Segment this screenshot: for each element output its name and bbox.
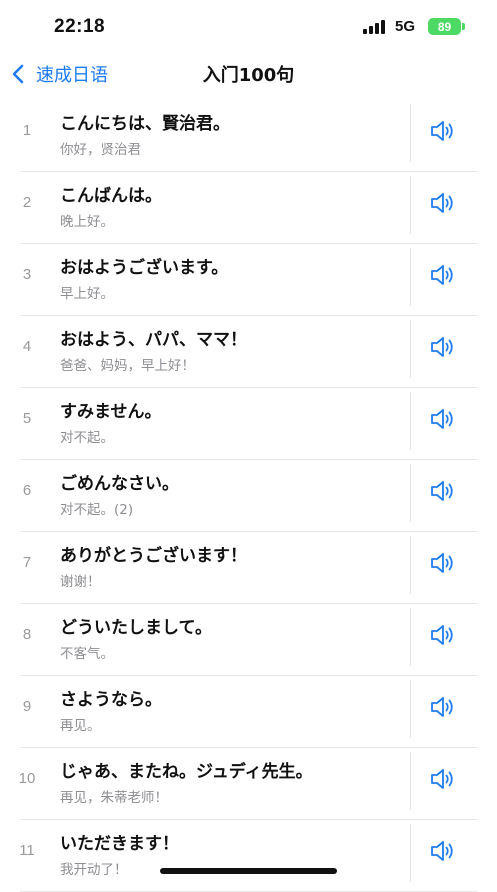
japanese-phrase: ありがとうございます！ — [60, 546, 247, 566]
chinese-translation: 不客气。 — [60, 646, 114, 662]
vertical-divider — [410, 536, 411, 594]
page-title: 入门100句 — [202, 65, 295, 86]
battery-level: 89 — [437, 19, 452, 34]
japanese-phrase: いただきます！ — [60, 834, 179, 854]
status-bar: 22:18 5G 89 — [0, 0, 497, 52]
speaker-icon[interactable] — [428, 332, 458, 362]
row-number: 3 — [22, 266, 32, 283]
chinese-translation: 我开动了！ — [60, 862, 128, 878]
vertical-divider — [410, 104, 411, 162]
chinese-translation: 对不起。 — [60, 430, 114, 446]
chinese-translation: 再见。 — [60, 718, 101, 734]
battery-tip — [462, 23, 465, 30]
row-number: 11 — [19, 842, 35, 859]
speaker-icon[interactable] — [428, 692, 458, 722]
speaker-icon[interactable] — [428, 548, 458, 578]
speaker-icon[interactable] — [428, 188, 458, 218]
vertical-divider — [410, 320, 411, 378]
speaker-icon[interactable] — [428, 620, 458, 650]
vertical-divider — [410, 392, 411, 450]
chinese-translation: 爸爸、妈妈，早上好！ — [60, 358, 195, 374]
japanese-phrase: ごめんなさい。 — [60, 474, 179, 494]
chinese-translation: 再见，朱蒂老师！ — [60, 790, 168, 806]
list-item[interactable]: 1 こんにちは、賢治君。 你好，贤治君 — [0, 100, 497, 172]
row-number: 7 — [22, 554, 32, 571]
list-item[interactable]: 3 おはようございます。 早上好。 — [0, 244, 497, 316]
chinese-translation: 早上好。 — [60, 286, 114, 302]
home-indicator[interactable] — [160, 868, 337, 874]
list-item[interactable]: 5 すみません。 对不起。 — [0, 388, 497, 460]
row-number: 5 — [22, 410, 32, 427]
list-item[interactable]: 6 ごめんなさい。 对不起。(2) — [0, 460, 497, 532]
speaker-icon[interactable] — [428, 404, 458, 434]
row-number: 9 — [22, 698, 32, 715]
status-time: 22:18 — [54, 16, 106, 37]
japanese-phrase: すみません。 — [60, 402, 162, 422]
battery-icon: 89 — [428, 18, 461, 35]
list-item[interactable]: 9 さようなら。 再见。 — [0, 676, 497, 748]
vertical-divider — [410, 752, 411, 810]
row-number: 6 — [22, 482, 32, 499]
vertical-divider — [410, 248, 411, 306]
vertical-divider — [410, 176, 411, 234]
list-item[interactable]: 2 こんばんは。 晚上好。 — [0, 172, 497, 244]
network-label: 5G — [395, 18, 416, 35]
speaker-icon[interactable] — [428, 836, 458, 866]
row-number: 4 — [22, 338, 32, 355]
signal-icon — [363, 20, 389, 34]
japanese-phrase: こんばんは。 — [60, 186, 162, 206]
japanese-phrase: おはようございます。 — [60, 258, 229, 278]
japanese-phrase: さようなら。 — [60, 690, 162, 710]
nav-bar: 速成日语 入门100句 — [0, 52, 497, 96]
list-item[interactable]: 7 ありがとうございます！ 谢谢！ — [0, 532, 497, 604]
chinese-translation: 你好，贤治君 — [60, 142, 141, 158]
row-number: 1 — [22, 122, 32, 139]
row-number: 2 — [22, 194, 32, 211]
speaker-icon[interactable] — [428, 476, 458, 506]
row-number: 8 — [22, 626, 32, 643]
vertical-divider — [410, 680, 411, 738]
speaker-icon[interactable] — [428, 260, 458, 290]
japanese-phrase: じゃあ、またね。ジュディ先生。 — [60, 762, 313, 782]
vertical-divider — [410, 464, 411, 522]
list-item[interactable]: 10 じゃあ、またね。ジュディ先生。 再见，朱蒂老师！ — [0, 748, 497, 820]
vertical-divider — [410, 608, 411, 666]
japanese-phrase: こんにちは、賢治君。 — [60, 114, 230, 134]
speaker-icon[interactable] — [428, 116, 458, 146]
chinese-translation: 晚上好。 — [60, 214, 114, 230]
vertical-divider — [410, 824, 411, 882]
japanese-phrase: おはよう、パパ、ママ！ — [60, 330, 247, 350]
list-item[interactable]: 11 いただきます！ 我开动了！ — [0, 820, 497, 892]
chinese-translation: 谢谢！ — [60, 574, 101, 590]
speaker-icon[interactable] — [428, 764, 458, 794]
list-item[interactable]: 4 おはよう、パパ、ママ！ 爸爸、妈妈，早上好！ — [0, 316, 497, 388]
japanese-phrase: どういたしまして。 — [60, 618, 212, 638]
row-number: 10 — [18, 770, 36, 787]
chinese-translation: 对不起。(2) — [60, 502, 134, 518]
list-item[interactable]: 8 どういたしまして。 不客气。 — [0, 604, 497, 676]
